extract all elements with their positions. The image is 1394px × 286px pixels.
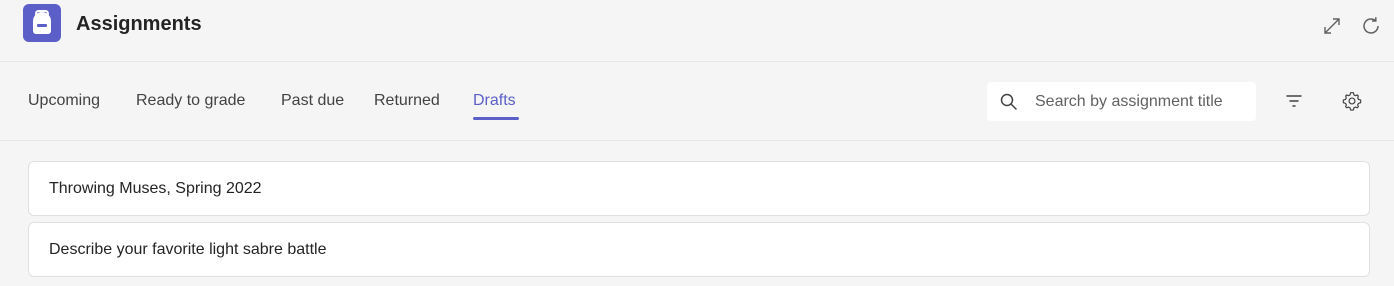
tab-ready-to-grade[interactable]: Ready to grade bbox=[136, 92, 245, 110]
backpack-icon bbox=[23, 4, 61, 42]
active-tab-indicator bbox=[473, 117, 519, 120]
tab-returned[interactable]: Returned bbox=[374, 92, 440, 110]
refresh-icon bbox=[1363, 17, 1379, 34]
tab-past-due[interactable]: Past due bbox=[281, 92, 344, 110]
search-input[interactable] bbox=[1035, 82, 1249, 121]
search-box[interactable] bbox=[987, 82, 1256, 121]
tab-drafts[interactable]: Drafts bbox=[473, 92, 516, 110]
filter-button[interactable] bbox=[1282, 89, 1306, 113]
assignment-title: Throwing Muses, Spring 2022 bbox=[49, 180, 262, 197]
search-icon bbox=[1000, 93, 1017, 110]
settings-button[interactable] bbox=[1340, 89, 1364, 113]
filter-icon bbox=[1286, 95, 1302, 107]
app-header: Assignments bbox=[0, 0, 1394, 62]
tab-upcoming[interactable]: Upcoming bbox=[28, 92, 100, 110]
page-title: Assignments bbox=[76, 13, 202, 35]
expand-icon bbox=[1324, 18, 1340, 34]
refresh-button[interactable] bbox=[1359, 14, 1383, 38]
expand-button[interactable] bbox=[1320, 14, 1344, 38]
gear-icon bbox=[1342, 91, 1362, 111]
assignment-title: Describe your favorite light sabre battl… bbox=[49, 241, 327, 258]
assignment-card[interactable]: Throwing Muses, Spring 2022 bbox=[28, 161, 1370, 216]
assignment-card[interactable]: Describe your favorite light sabre battl… bbox=[28, 222, 1370, 277]
toolbar: Upcoming Ready to grade Past due Returne… bbox=[0, 63, 1394, 141]
